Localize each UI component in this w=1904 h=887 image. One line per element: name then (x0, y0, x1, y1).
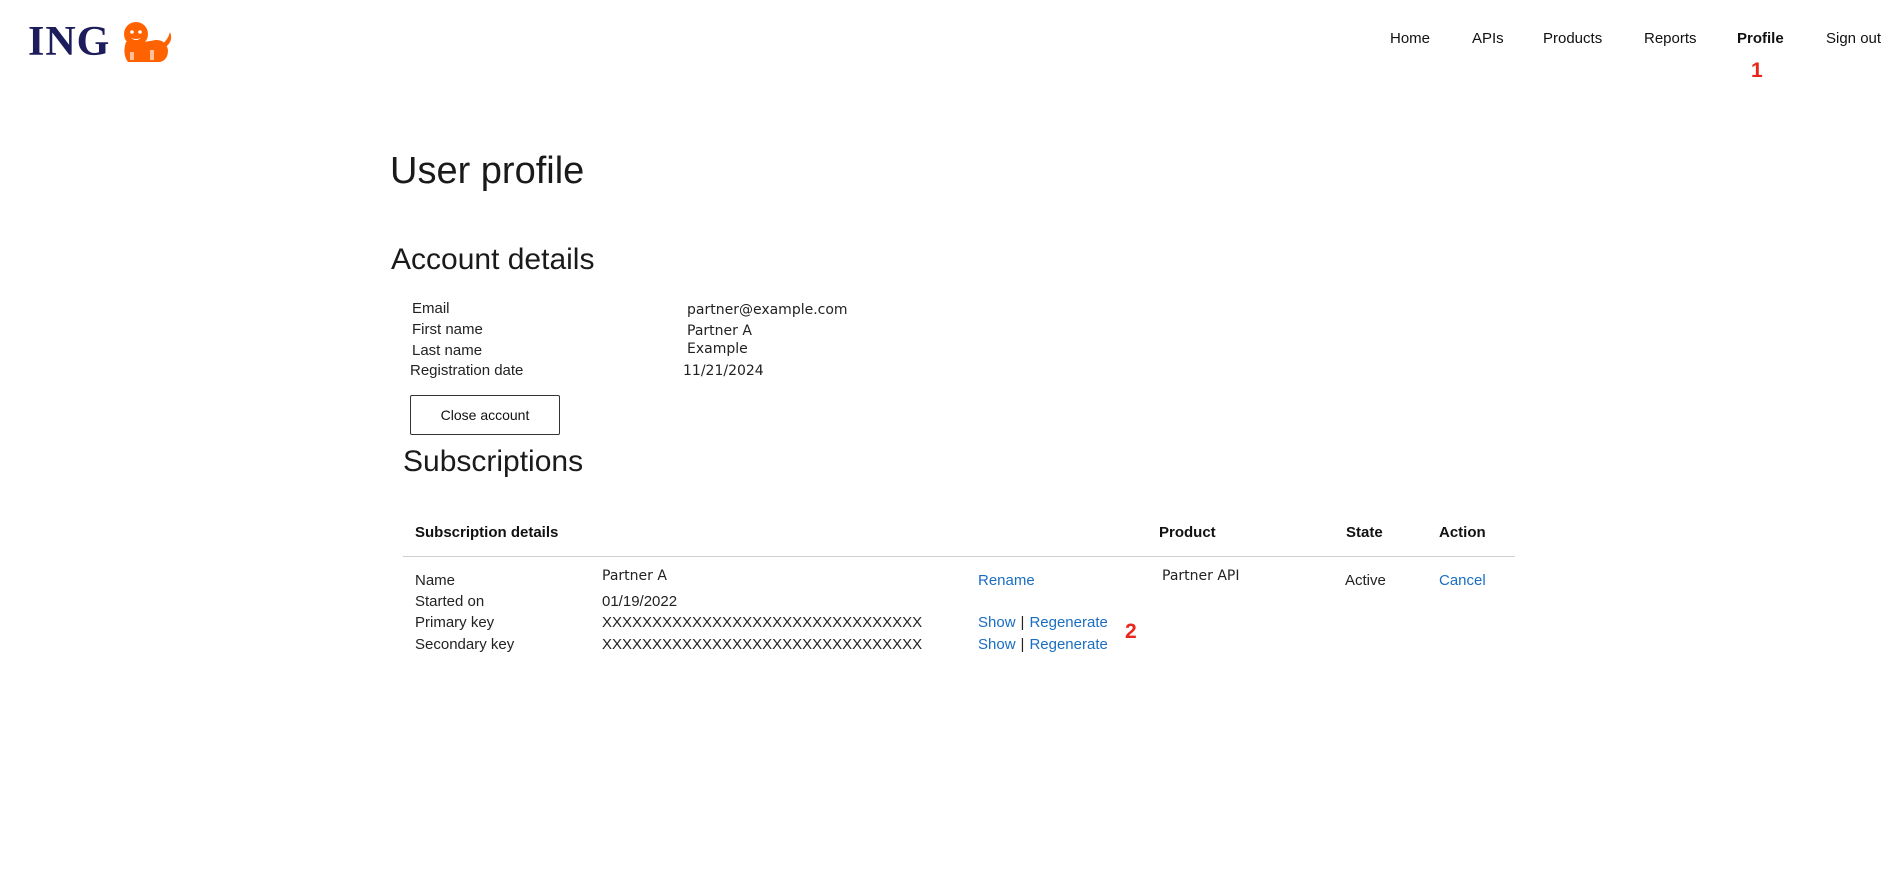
primary-key-label: Primary key (415, 614, 495, 631)
last-name-label: Last name (412, 342, 483, 359)
started-on-value: 01/19/2022 (602, 593, 678, 610)
subscription-details-header: Subscription details (415, 524, 559, 541)
regenerate-primary-key-link[interactable]: Regenerate (1029, 614, 1107, 631)
rename-link[interactable]: Rename (978, 572, 1035, 589)
main-nav: Home APIs Products Reports Profile Sign … (0, 30, 1904, 54)
show-primary-key-link[interactable]: Show (978, 614, 1016, 631)
started-on-label: Started on (415, 593, 485, 610)
product-header: Product (1159, 524, 1216, 541)
close-account-button[interactable]: Close account (410, 395, 560, 435)
table-divider (403, 556, 1515, 557)
email-label: Email (412, 300, 450, 317)
secondary-key-label: Secondary key (415, 636, 515, 653)
nav-reports[interactable]: Reports (1644, 30, 1697, 47)
cancel-subscription-link[interactable]: Cancel (1439, 572, 1486, 589)
account-details-title: Account details (391, 243, 595, 276)
separator: | (1020, 614, 1025, 631)
secondary-key-value: XXXXXXXXXXXXXXXXXXXXXXXXXXXXXXXX (602, 636, 923, 653)
state-header: State (1346, 524, 1383, 541)
product-value: Partner API (1162, 568, 1240, 584)
show-secondary-key-link[interactable]: Show (978, 636, 1016, 653)
nav-sign-out[interactable]: Sign out (1826, 30, 1881, 47)
registration-date-value: 11/21/2024 (683, 363, 764, 379)
subscription-name-value: Partner A (602, 568, 667, 584)
annotation-marker-1: 1 (1751, 59, 1763, 82)
separator: | (1020, 636, 1025, 653)
nav-profile[interactable]: Profile (1737, 30, 1784, 47)
state-value: Active (1345, 572, 1386, 589)
first-name-value: Partner A (687, 323, 752, 339)
secondary-key-actions: Show | Regenerate (978, 636, 1108, 653)
regenerate-secondary-key-link[interactable]: Regenerate (1029, 636, 1107, 653)
subscriptions-title: Subscriptions (403, 445, 584, 478)
header: ING Home APIs Products Reports Profile S… (0, 0, 1904, 90)
primary-key-actions: Show | Regenerate (978, 614, 1108, 631)
action-header: Action (1439, 524, 1486, 541)
email-value: partner@example.com (687, 302, 848, 318)
name-label: Name (415, 572, 456, 589)
primary-key-value: XXXXXXXXXXXXXXXXXXXXXXXXXXXXXXXX (602, 614, 923, 631)
nav-home[interactable]: Home (1390, 30, 1430, 47)
page-title: User profile (390, 150, 585, 192)
nav-apis[interactable]: APIs (1472, 30, 1504, 47)
annotation-marker-2: 2 (1125, 620, 1137, 643)
last-name-value: Example (687, 341, 748, 357)
nav-products[interactable]: Products (1543, 30, 1602, 47)
first-name-label: First name (412, 321, 483, 338)
registration-date-label: Registration date (410, 362, 524, 379)
